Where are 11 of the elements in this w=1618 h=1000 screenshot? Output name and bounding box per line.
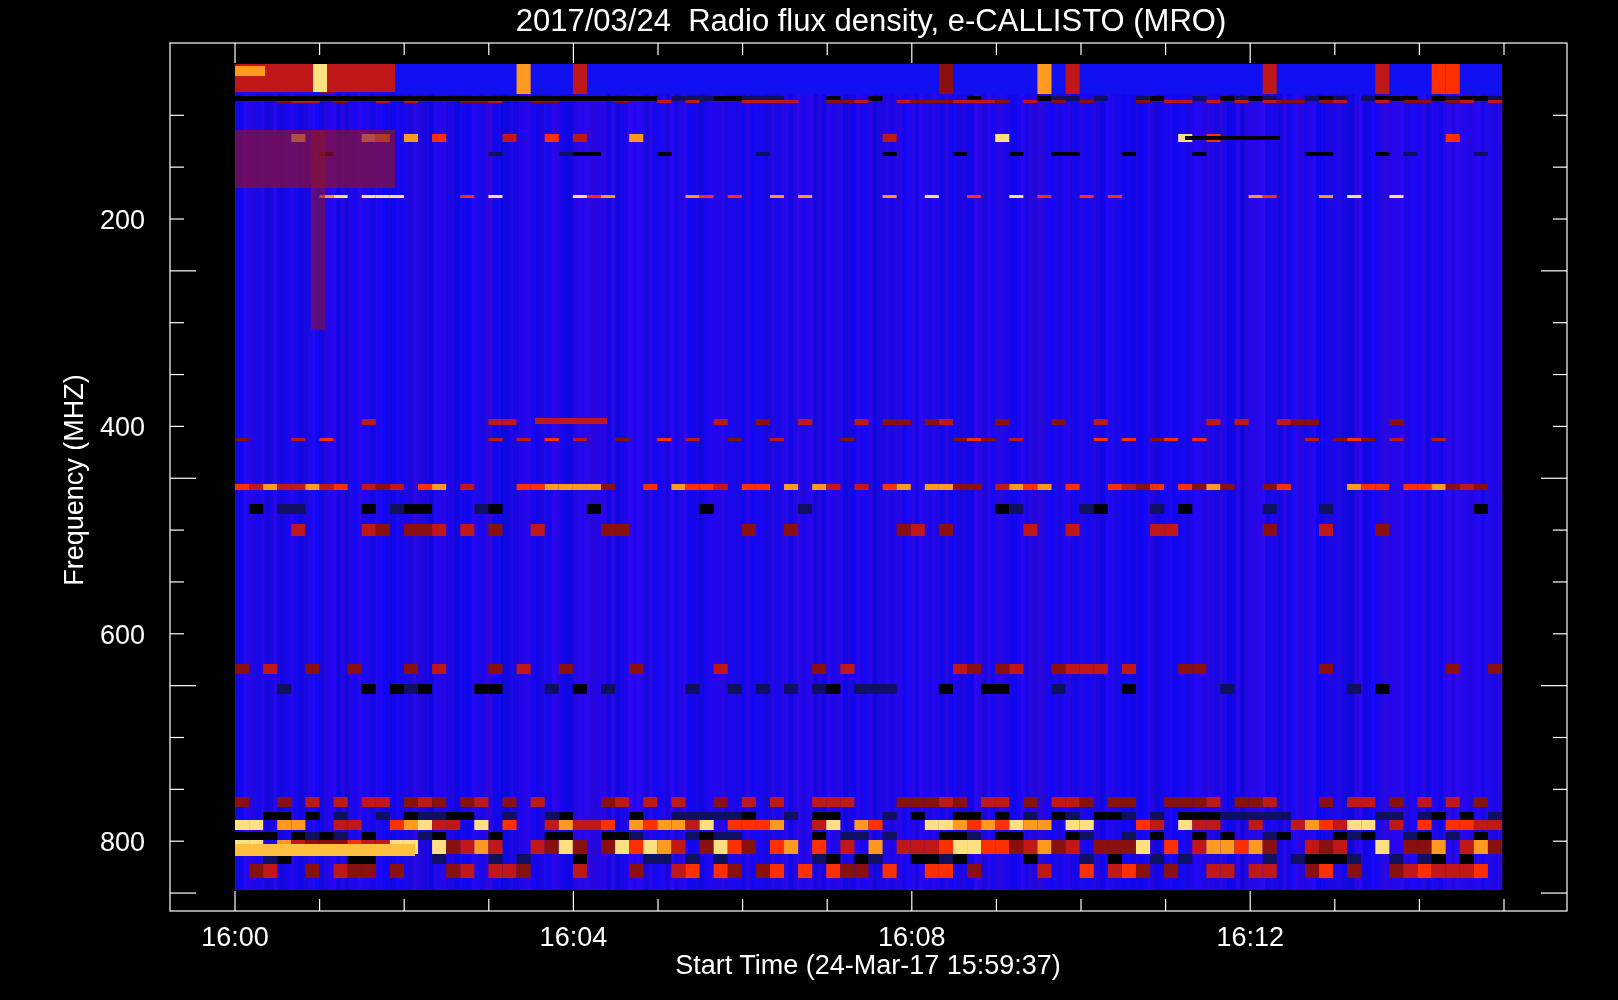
y-tick-label: 200: [99, 205, 145, 235]
x-tick-label: 16:00: [201, 922, 269, 952]
y-tick-label: 400: [99, 412, 145, 443]
x-tick-label: 16:12: [1216, 922, 1284, 952]
y-axis-label: Frequency (MHZ): [59, 374, 89, 586]
x-tick-label: 16:04: [539, 922, 608, 952]
y-tick-label: 800: [99, 827, 145, 858]
y-tick-label: 600: [99, 619, 145, 650]
x-tick-label: 16:08: [878, 922, 946, 952]
x-axis-label: Start Time (24-Mar-17 15:59:37): [675, 950, 1061, 980]
chart-title: 2017/03/24 Radio flux density, e-CALLISTO (MRO): [515, 3, 1227, 38]
